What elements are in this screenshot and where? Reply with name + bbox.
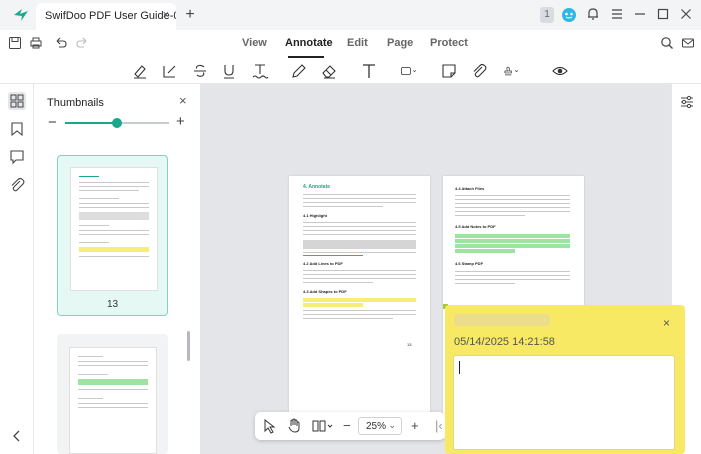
highlight-icon[interactable] xyxy=(131,62,149,80)
maximize-icon[interactable] xyxy=(655,7,671,23)
eraser-icon[interactable] xyxy=(320,62,338,80)
page-heading: 4.4 Attach Files xyxy=(455,186,485,191)
thumbnails-title: Thumbnails xyxy=(47,97,104,109)
first-page-icon[interactable]: |‹ xyxy=(435,418,443,433)
attachment-icon[interactable] xyxy=(470,62,488,80)
document-tab[interactable]: SwifDoo PDF User Guide-01-19 × xyxy=(36,3,176,30)
thumbnails-panel-icon[interactable] xyxy=(8,92,26,110)
thumbnail-image xyxy=(70,167,158,291)
note-author-redacted xyxy=(454,314,550,326)
zoom-in-button[interactable]: + xyxy=(411,418,419,433)
page-badge: 1 xyxy=(540,7,554,23)
sticky-note-popup: × 05/14/2025 14:21:58 xyxy=(445,305,685,454)
thumbnail-page-number: 13 xyxy=(106,299,119,310)
page-layout-icon[interactable] xyxy=(311,419,335,433)
menu-edit[interactable]: Edit xyxy=(347,37,368,49)
page-heading: 4.1 Highlight xyxy=(303,213,327,218)
thumbnail-zoom-handle[interactable] xyxy=(112,118,122,128)
hand-pan-icon[interactable] xyxy=(287,418,301,434)
print-icon[interactable] xyxy=(29,36,43,50)
menu-bar: View Annotate Edit Page Protect xyxy=(0,30,701,58)
stamp-icon[interactable] xyxy=(503,62,521,80)
page-heading: 4.6 Stamp PDF xyxy=(455,261,484,266)
note-close-icon[interactable]: × xyxy=(663,316,670,330)
title-bar: SwifDoo PDF User Guide-01-19 × + 1 xyxy=(0,0,701,30)
search-icon[interactable] xyxy=(660,36,674,50)
menu-protect[interactable]: Protect xyxy=(430,37,468,49)
annotation-toolbar xyxy=(0,58,701,84)
tab-title: SwifDoo PDF User Guide-01-19 xyxy=(45,10,176,22)
view-controls-bar: − 25% ⌄ + |‹ xyxy=(255,412,445,440)
pdf-page-left: 4. Annotate 4.1 Highlight 4.2 Add Lines … xyxy=(289,176,430,439)
thumbnail-page-14[interactable] xyxy=(57,334,168,454)
mail-icon[interactable] xyxy=(681,36,695,50)
menu-page[interactable]: Page xyxy=(387,37,413,49)
save-icon[interactable] xyxy=(8,36,22,50)
note-text-input[interactable] xyxy=(453,355,675,450)
thumbnail-scrollbar[interactable] xyxy=(187,331,190,361)
menu-icon[interactable] xyxy=(609,7,625,23)
underline-icon[interactable] xyxy=(220,62,238,80)
minimize-icon[interactable] xyxy=(632,7,648,23)
page-section-title: 4. Annotate xyxy=(303,184,331,190)
settings-sliders-icon[interactable] xyxy=(679,94,695,110)
page-heading: 4.2 Add Lines to PDF xyxy=(303,261,343,266)
squiggly-icon[interactable] xyxy=(251,62,269,80)
thumbnails-close-icon[interactable]: × xyxy=(179,93,187,108)
thumbnail-zoom-fill xyxy=(65,122,117,124)
assistant-icon[interactable] xyxy=(561,7,577,23)
thumbnail-page-13[interactable]: 13 xyxy=(57,155,168,316)
text-caret xyxy=(459,361,460,374)
bell-icon[interactable] xyxy=(585,7,601,23)
zoom-out-button[interactable]: − xyxy=(343,418,351,433)
menu-view[interactable]: View xyxy=(242,37,267,49)
shape-icon[interactable] xyxy=(400,62,418,80)
comment-icon[interactable] xyxy=(8,148,26,166)
zoom-level-select[interactable]: 25% ⌄ xyxy=(358,417,402,435)
undo-icon[interactable] xyxy=(54,36,68,50)
redo-icon[interactable] xyxy=(75,36,89,50)
text-icon[interactable] xyxy=(360,62,378,80)
pencil-icon[interactable] xyxy=(290,62,308,80)
eye-icon[interactable] xyxy=(551,62,569,80)
zoom-level-value: 25% xyxy=(366,421,387,432)
page-heading: 4.5 Add Notes to PDF xyxy=(455,224,496,229)
tab-close-icon[interactable]: × xyxy=(163,9,169,21)
strikethrough-icon[interactable] xyxy=(191,62,209,80)
new-tab-button[interactable]: + xyxy=(182,7,198,23)
collapse-sidebar-icon[interactable] xyxy=(8,427,26,445)
thumbnails-panel: Thumbnails × − + 13 xyxy=(35,84,200,454)
note-timestamp: 05/14/2025 14:21:58 xyxy=(454,336,555,348)
page-number: 13 xyxy=(407,342,412,347)
bookmark-icon[interactable] xyxy=(8,120,26,138)
close-icon[interactable] xyxy=(678,7,694,23)
page-heading: 4.3 Add Shapes to PDF xyxy=(303,289,347,294)
menu-annotate[interactable]: Annotate xyxy=(285,37,333,49)
thumbnail-image xyxy=(69,347,157,454)
attachments-panel-icon[interactable] xyxy=(8,176,26,194)
area-highlight-icon[interactable] xyxy=(161,62,179,80)
thumbnail-zoom-in-button[interactable]: + xyxy=(176,113,185,130)
left-sidebar-rail xyxy=(0,84,34,454)
thumbnail-zoom-out-button[interactable]: − xyxy=(48,114,57,131)
sticky-note-icon[interactable] xyxy=(440,62,458,80)
swifdoo-logo-icon xyxy=(14,9,28,21)
chevron-down-icon: ⌄ xyxy=(388,420,396,430)
select-cursor-icon[interactable] xyxy=(263,418,277,434)
